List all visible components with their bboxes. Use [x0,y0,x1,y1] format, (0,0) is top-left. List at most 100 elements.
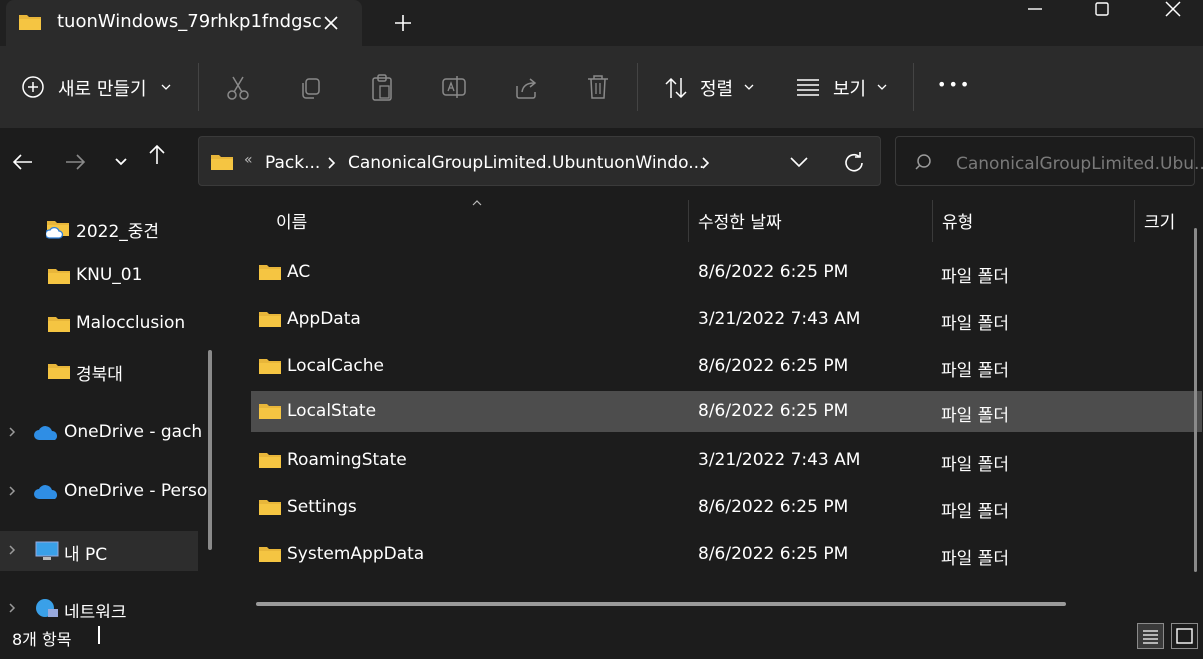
forward-arrow-icon[interactable] [62,150,88,174]
file-name: SystemAppData [287,544,425,564]
table-row[interactable]: AppData 3/21/2022 7:43 AM 파일 폴더 [251,299,1202,340]
new-button[interactable]: 새로 만들기 [58,75,147,101]
new-tab-button[interactable] [390,10,416,36]
maximize-icon[interactable] [1092,0,1112,20]
nav-item-my-pc[interactable]: 내 PC [0,531,198,571]
column-header-type[interactable]: 유형 [942,208,973,233]
file-name: AppData [287,309,361,329]
more-options-button[interactable]: ••• [937,75,971,94]
status-divider [98,626,100,644]
share-icon[interactable] [513,74,541,102]
back-arrow-icon[interactable] [10,150,36,174]
file-name: AC [287,262,311,282]
nav-item-label: 네트워크 [64,603,127,618]
nav-item-label: 경북대 [76,365,123,385]
tiles-view-icon[interactable] [1171,623,1198,649]
chevron-down-icon [159,80,173,94]
breadcrumb-item[interactable]: CanonicalGroupLimited.UbuntuonWindo... [348,153,704,173]
chevron-right-icon[interactable] [698,155,712,171]
file-list: 이름 수정한 날짜 유형 크기 AC 8/6/2022 6:25 PM 파일 폴… [229,198,1203,618]
paste-icon[interactable] [368,73,396,103]
window-close-icon[interactable] [1162,0,1184,20]
nav-item-label: OneDrive - Perso [64,481,208,501]
copy-icon[interactable] [297,74,325,102]
folder-icon [258,309,282,329]
column-header-modified[interactable]: 수정한 날짜 [698,208,782,233]
pc-icon [35,541,59,561]
nav-item-2022[interactable]: 2022_중견 [0,208,198,248]
folder-icon [18,12,42,32]
address-dropdown-chevron-icon[interactable] [788,154,810,170]
up-arrow-icon[interactable] [145,142,169,168]
file-modified: 8/6/2022 6:25 PM [698,401,849,421]
toolbar-divider [637,63,638,111]
delete-icon[interactable] [585,73,611,101]
folder-icon [210,152,234,172]
file-type: 파일 폴더 [941,455,1009,475]
chevron-right-icon[interactable] [6,425,18,439]
column-divider[interactable] [932,200,933,242]
nav-item-malocclusion[interactable]: Malocclusion [0,304,198,344]
close-icon[interactable] [318,10,344,36]
refresh-icon[interactable] [841,150,867,176]
table-row[interactable]: Settings 8/6/2022 6:25 PM 파일 폴더 [251,487,1202,528]
column-divider[interactable] [688,200,689,242]
toolbar-divider [913,63,914,111]
toolbar-divider [198,63,199,111]
onedrive-icon [34,424,60,442]
onedrive-icon [34,483,60,501]
plus-circle-icon [20,74,46,100]
nav-item-label: OneDrive - gach [64,422,203,442]
breadcrumb-overflow[interactable]: « [244,152,253,168]
recent-locations-chevron-icon[interactable] [113,155,129,169]
network-icon [34,598,60,618]
table-row-selected[interactable]: LocalState 8/6/2022 6:25 PM 파일 폴더 [251,391,1202,432]
file-type: 파일 폴더 [941,267,1009,287]
status-bar [0,618,1203,659]
chevron-right-icon[interactable] [6,601,18,615]
nav-item-label: 2022_중견 [76,222,160,242]
sort-up-chevron-icon [471,198,483,208]
file-modified: 3/21/2022 7:43 AM [698,309,861,329]
nav-item-network[interactable]: 네트워크 [0,589,198,618]
folder-icon [258,544,282,564]
search-placeholder: CanonicalGroupLimited.Ubu... [956,154,1203,174]
nav-scrollbar[interactable] [208,350,212,550]
table-row[interactable]: RoamingState 3/21/2022 7:43 AM 파일 폴더 [251,440,1202,481]
file-name: Settings [287,497,357,517]
file-modified: 8/6/2022 6:25 PM [698,262,849,282]
file-modified: 3/21/2022 7:43 AM [698,450,861,470]
table-row[interactable]: AC 8/6/2022 6:25 PM 파일 폴더 [251,252,1202,293]
vertical-scrollbar[interactable] [1194,228,1197,572]
details-view-icon[interactable] [1137,623,1164,649]
sort-icon [662,74,690,102]
chevron-right-icon[interactable] [324,155,338,171]
file-modified: 8/6/2022 6:25 PM [698,497,849,517]
file-type: 파일 폴더 [941,361,1009,381]
cut-icon[interactable] [224,74,252,102]
horizontal-scrollbar[interactable] [256,602,1066,606]
file-type: 파일 폴더 [941,406,1009,426]
rename-icon[interactable] [440,73,468,101]
minimize-icon[interactable] [1022,0,1048,20]
chevron-right-icon[interactable] [6,484,18,498]
nav-item-onedrive-gach[interactable]: OneDrive - gach [0,413,202,453]
file-name: RoamingState [287,450,407,470]
column-header-name[interactable]: 이름 [276,208,307,233]
chevron-right-icon[interactable] [6,543,18,557]
nav-item-knu01[interactable]: KNU_01 [0,256,198,296]
table-row[interactable]: LocalCache 8/6/2022 6:25 PM 파일 폴더 [251,346,1202,387]
folder-icon [47,266,71,286]
file-type: 파일 폴더 [941,549,1009,569]
nav-item-onedrive-personal[interactable]: OneDrive - Perso [0,472,207,512]
sort-button[interactable]: 정렬 [700,75,733,101]
folder-icon [258,401,282,421]
column-divider[interactable] [1134,200,1135,242]
view-button[interactable]: 보기 [833,75,866,101]
breadcrumb-item[interactable]: Pack... [265,153,320,173]
nav-item-knu[interactable]: 경북대 [0,351,198,391]
chevron-down-icon [742,80,756,94]
table-row[interactable]: SystemAppData 8/6/2022 6:25 PM 파일 폴더 [251,534,1202,575]
column-header-size[interactable]: 크기 [1144,208,1175,233]
file-name: LocalCache [287,356,384,376]
